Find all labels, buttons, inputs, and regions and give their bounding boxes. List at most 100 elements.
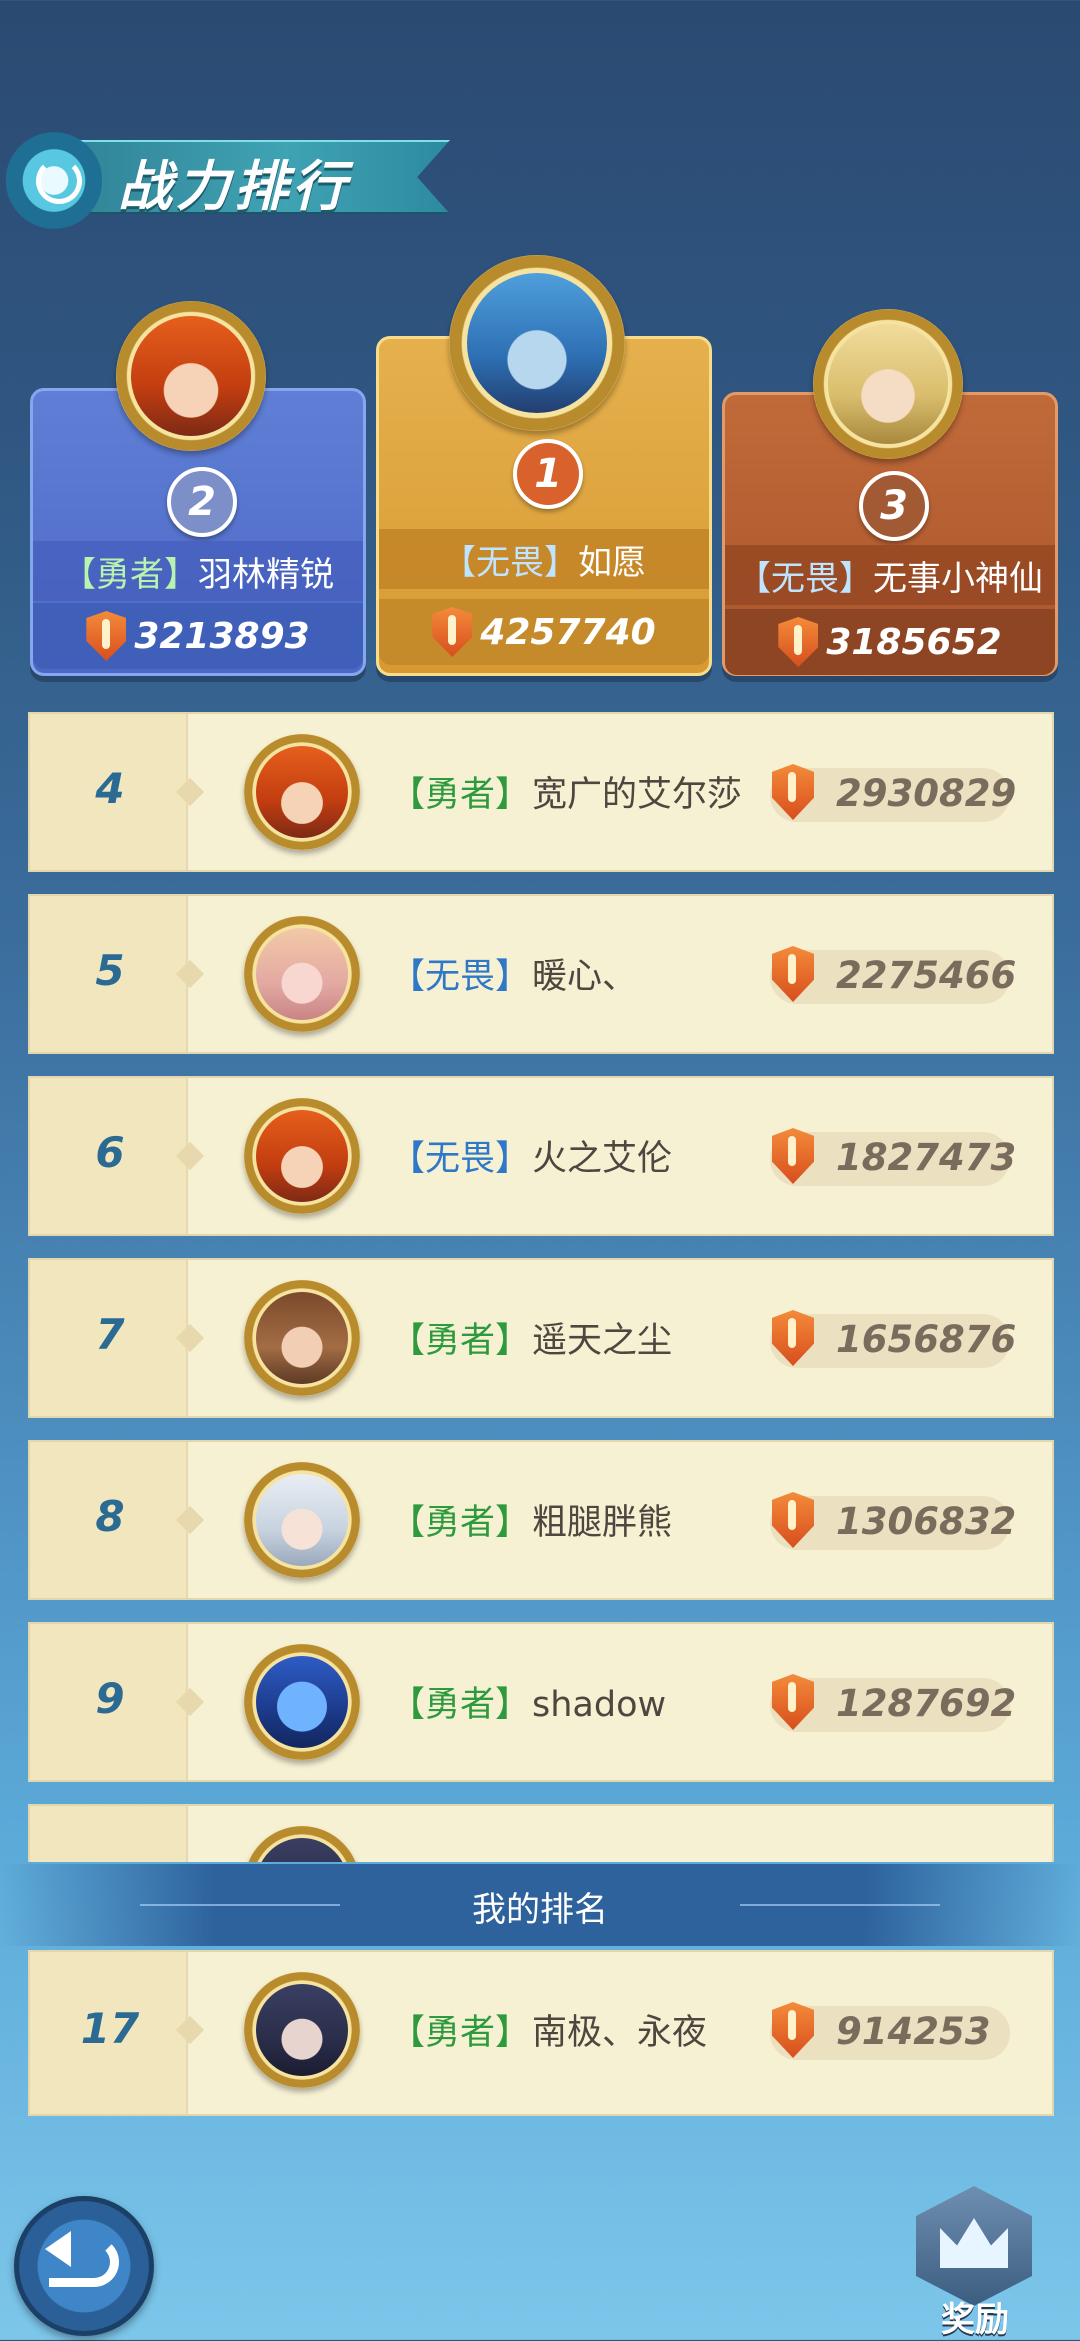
player-tag: 【勇者】 — [390, 2013, 531, 2053]
rank-number: 17 — [80, 2004, 140, 2053]
player-name: 宽广的艾尔莎 — [532, 775, 743, 815]
rank-number: 9 — [95, 1674, 125, 1723]
player-name-line: 【无畏】火之艾伦 — [390, 1130, 672, 1181]
ranking-row[interactable]: 7 【勇者】遥天之尘 1656876 — [28, 1258, 1054, 1418]
player-tag: 【勇者】 — [390, 1321, 531, 1361]
avatar — [244, 1644, 360, 1760]
podium-power: 3213893 — [33, 603, 363, 669]
rank-medal: 2 — [167, 467, 237, 537]
back-button[interactable] — [14, 2196, 154, 2336]
avatar-portrait — [255, 745, 349, 839]
avatar — [244, 1826, 360, 1862]
power-value: 3185652 — [826, 621, 1002, 663]
player-name: 羽林精锐 — [198, 554, 334, 595]
ranking-row-partial[interactable] — [28, 1804, 1054, 1862]
avatar — [244, 1098, 360, 1214]
divider-diamond — [175, 2015, 205, 2045]
power-value: 4257740 — [480, 611, 656, 653]
player-name: 遥天之尘 — [532, 1321, 673, 1361]
player-name-line: 【勇者】粗腿胖熊 — [390, 1494, 672, 1545]
avatar-portrait — [255, 1473, 349, 1567]
rank-number: 8 — [95, 1492, 125, 1541]
player-name: 如愿 — [578, 542, 646, 583]
back-arrowhead-icon — [45, 2231, 71, 2267]
podium-power: 4257740 — [379, 599, 709, 665]
rank-number: 6 — [95, 1128, 125, 1177]
power-shield-icon — [86, 611, 127, 661]
player-name-line: 【勇者】遥天之尘 — [390, 1312, 672, 1363]
power-value: 914253 — [836, 2010, 991, 2053]
player-name: 火之艾伦 — [532, 1139, 673, 1179]
avatar-portrait — [255, 1291, 349, 1385]
my-rank-header: 我的排名 — [0, 1864, 1080, 1946]
avatar-portrait — [828, 324, 948, 444]
podium-card-rank-1[interactable]: 1 【无畏】 如愿 4257740 — [376, 255, 712, 676]
podium-player-name: 【无畏】 如愿 — [379, 529, 709, 589]
avatar-portrait — [255, 1655, 349, 1749]
podium-player-name: 【无畏】 无事小神仙 — [725, 545, 1055, 605]
power-value: 3213893 — [134, 615, 310, 657]
avatar — [116, 301, 266, 451]
player-name-line: 【无畏】暖心、 — [390, 948, 637, 999]
avatar — [813, 309, 963, 459]
player-name: shadow — [532, 1685, 667, 1725]
divider-diamond — [175, 777, 205, 807]
avatar — [449, 255, 625, 431]
divider-diamond — [175, 1687, 205, 1717]
ranking-row[interactable]: 6 【无畏】火之艾伦 1827473 — [28, 1076, 1054, 1236]
avatar — [244, 1462, 360, 1578]
player-tag: 【无畏】 — [390, 1139, 531, 1179]
avatar — [244, 916, 360, 1032]
my-rank-label: 我的排名 — [472, 1890, 608, 1930]
player-name: 粗腿胖熊 — [532, 1503, 673, 1543]
avatar-portrait — [466, 272, 608, 414]
ranking-list[interactable]: 4 【勇者】宽广的艾尔莎 2930829 5 【无畏】暖心、 2275466 6… — [28, 712, 1058, 1862]
player-tag: 【无畏】 — [442, 542, 578, 583]
ranking-row[interactable]: 4 【勇者】宽广的艾尔莎 2930829 — [28, 712, 1054, 872]
page-title: 战力排行 — [118, 155, 350, 218]
ranking-row[interactable]: 5 【无畏】暖心、 2275466 — [28, 894, 1054, 1054]
power-value: 2275466 — [836, 954, 1017, 997]
divider-diamond — [175, 1323, 205, 1353]
reward-button[interactable]: 奖励 — [910, 2186, 1040, 2340]
rank-number: 7 — [95, 1310, 125, 1359]
player-name-line: 【勇者】南极、永夜 — [390, 2004, 707, 2055]
avatar — [244, 1280, 360, 1396]
emblem-ring-icon — [36, 158, 82, 204]
player-name-line: 【勇者】宽广的艾尔莎 — [390, 766, 742, 817]
player-tag: 【勇者】 — [62, 554, 198, 595]
avatar-portrait — [255, 927, 349, 1021]
power-value: 2930829 — [836, 772, 1017, 815]
page-title-banner: 战力排行 — [0, 120, 460, 230]
avatar-portrait — [255, 1983, 349, 2077]
power-value: 1827473 — [836, 1136, 1017, 1179]
divider-diamond — [175, 1141, 205, 1171]
reward-label: 奖励 — [941, 2300, 1009, 2340]
avatar-portrait — [255, 1837, 349, 1862]
avatar — [244, 1972, 360, 2088]
my-ranking-row[interactable]: 17 【勇者】南极、永夜 914253 — [28, 1950, 1054, 2116]
power-value: 1306832 — [836, 1500, 1017, 1543]
ranking-emblem-icon — [6, 120, 102, 230]
ranking-row[interactable]: 8 【勇者】粗腿胖熊 1306832 — [28, 1440, 1054, 1600]
power-value: 1656876 — [836, 1318, 1017, 1361]
podium-card-rank-2[interactable]: 2 【勇者】 羽林精锐 3213893 — [30, 301, 366, 676]
player-tag: 【勇者】 — [390, 1503, 531, 1543]
power-shield-icon — [432, 607, 473, 657]
player-tag: 【无畏】 — [390, 957, 531, 997]
avatar-portrait — [131, 316, 251, 436]
rank-medal: 3 — [859, 471, 929, 541]
player-tag: 【无畏】 — [737, 558, 873, 599]
ranking-row[interactable]: 9 【勇者】shadow 1287692 — [28, 1622, 1054, 1782]
player-name-line: 【勇者】shadow — [390, 1676, 666, 1727]
divider-diamond — [175, 959, 205, 989]
avatar — [244, 734, 360, 850]
podium-player-name: 【勇者】 羽林精锐 — [33, 541, 363, 601]
player-tag: 【勇者】 — [390, 775, 531, 815]
podium-card-rank-3[interactable]: 3 【无畏】 无事小神仙 3185652 — [722, 309, 1058, 676]
player-tag: 【勇者】 — [390, 1685, 531, 1725]
avatar-portrait — [255, 1109, 349, 1203]
player-name: 暖心、 — [532, 957, 638, 997]
player-name: 无事小神仙 — [873, 558, 1043, 599]
rank-medal: 1 — [513, 439, 583, 509]
